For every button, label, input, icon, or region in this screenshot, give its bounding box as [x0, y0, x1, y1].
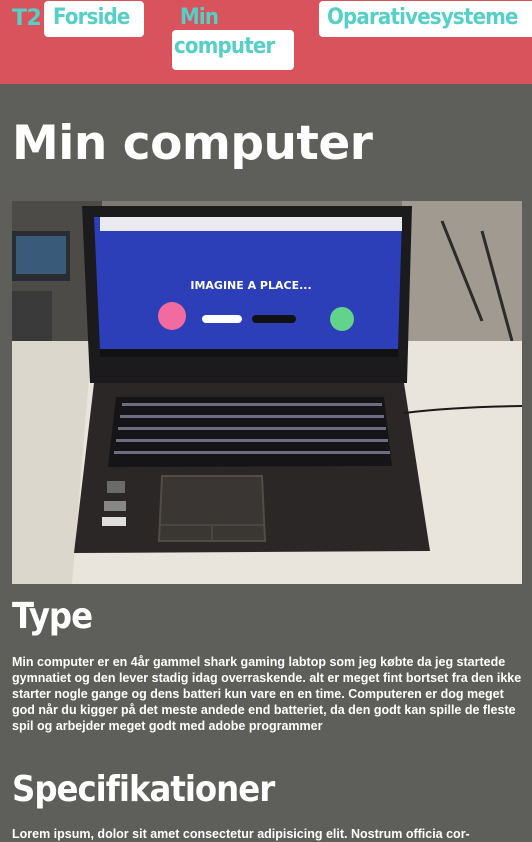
- top-navigation: T2 Forside Min computer Oparativesysteme: [0, 0, 532, 84]
- section-heading-type: Type: [12, 596, 93, 637]
- nav-link-forside[interactable]: Forside: [44, 1, 144, 37]
- page-title: Min computer: [12, 116, 373, 171]
- section-heading-specifikationer: Specifikationer: [12, 769, 275, 810]
- screen-banner-text: IMAGINE A PLACE...: [190, 279, 311, 292]
- site-logo[interactable]: T2: [12, 6, 42, 31]
- nav-link-min-computer-line1[interactable]: Min: [172, 1, 242, 31]
- nav-link-min-computer-line2[interactable]: computer: [172, 30, 294, 70]
- nav-link-oparativesysteme[interactable]: Oparativesysteme: [319, 1, 532, 37]
- section-body-specifikationer: Lorem ipsum, dolor sit amet consectetur …: [12, 827, 470, 841]
- laptop-photo: IMAGINE A PLACE...: [12, 201, 522, 584]
- laptop-photo-illustration: IMAGINE A PLACE...: [12, 201, 522, 584]
- section-body-type: Min computer er en 4år gammel shark gami…: [12, 655, 522, 733]
